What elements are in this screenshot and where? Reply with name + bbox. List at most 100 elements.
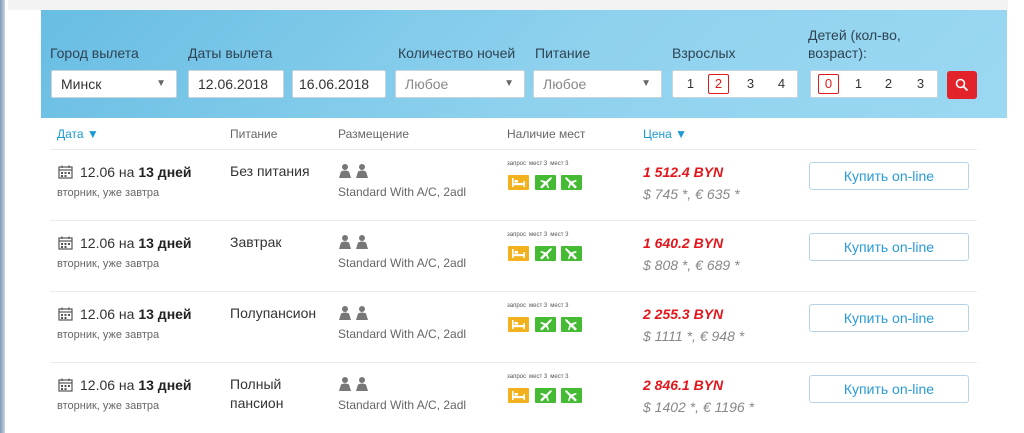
meal-select-value: Любое [543, 76, 587, 92]
flight-back-availability-label: мест 3 [550, 374, 569, 380]
meal-type-line1: Полупансион [230, 305, 317, 321]
date-to-input[interactable]: 16.06.2018 [292, 70, 386, 98]
two-adults-icon [339, 306, 368, 320]
price-byn: 2 846.1 BYN [643, 377, 724, 393]
departure-date: 12.06 на 13 дней [80, 235, 192, 251]
search-panel: Город вылета Даты вылета Количество ноче… [41, 10, 1007, 118]
trip-duration: 13 дней [138, 164, 192, 180]
result-row: 12.06 на 13 дней вторник, уже завтра Без… [0, 150, 1024, 220]
two-adults-icon [339, 377, 368, 391]
children-option-2[interactable]: 2 [878, 74, 899, 94]
hotel-availability-badge [508, 246, 529, 261]
buy-online-button[interactable]: Купить on-line [809, 233, 969, 261]
room-type: Standard With A/C, 2adl [338, 327, 467, 341]
adults-option-2[interactable]: 2 [708, 74, 729, 94]
nights-select[interactable]: Любое ▼ [395, 70, 525, 98]
search-icon [955, 78, 969, 92]
city-select-value: Минск [61, 76, 102, 92]
flight-out-availability-badge [535, 388, 556, 403]
availability-labels: запрос мест 3 мест 3 [507, 303, 571, 309]
departure-date: 12.06 на 13 дней [80, 377, 192, 393]
price-byn: 2 255.3 BYN [643, 306, 724, 322]
calendar-icon [58, 378, 73, 392]
airplane-icon [540, 177, 552, 189]
dates-label: Даты вылета [188, 45, 273, 61]
departure-date-prefix: 12.06 на [80, 377, 139, 393]
date-to-value: 16.06.2018 [299, 76, 370, 92]
flight-out-availability-badge [535, 175, 556, 190]
date-from-value: 12.06.2018 [198, 76, 269, 92]
hotel-availability-label: запрос [507, 161, 527, 167]
flight-back-availability-badge [561, 317, 582, 332]
availability-labels: запрос мест 3 мест 3 [507, 374, 571, 380]
buy-online-button[interactable]: Купить on-line [809, 304, 969, 332]
hotel-availability-badge [508, 175, 529, 190]
meal-type: Без питания [230, 162, 310, 181]
city-label: Город вылета [50, 45, 139, 61]
departure-date-prefix: 12.06 на [80, 235, 139, 251]
flight-back-availability-badge [561, 388, 582, 403]
children-label-line2: возраст): [808, 45, 867, 61]
meal-type: Полный пансион [230, 375, 283, 413]
meal-type-line2: пансион [230, 395, 284, 411]
room-type: Standard With A/C, 2adl [338, 256, 467, 270]
flight-out-availability-label: мест 3 [529, 232, 548, 238]
availability-header: Наличие мест [507, 127, 586, 141]
search-button[interactable] [947, 71, 977, 99]
airplane-icon [540, 248, 552, 260]
meal-select[interactable]: Любое ▼ [533, 70, 662, 98]
adults-option-4[interactable]: 4 [771, 74, 792, 94]
flight-out-availability-badge [535, 246, 556, 261]
availability-labels: запрос мест 3 мест 3 [507, 232, 571, 238]
adults-counter: 1 2 3 4 [672, 70, 798, 98]
chevron-down-icon: ▼ [156, 78, 166, 89]
sort-by-date-header[interactable]: Дата ▼ [57, 127, 99, 141]
airplane-icon [565, 248, 577, 260]
children-option-1[interactable]: 1 [848, 74, 869, 94]
two-adults-icon [339, 164, 368, 178]
calendar-icon [58, 307, 73, 321]
trip-duration: 13 дней [138, 377, 192, 393]
calendar-icon [58, 165, 73, 179]
departure-weekday: вторник, уже завтра [57, 258, 160, 270]
nights-label: Количество ночей [398, 45, 516, 61]
two-adults-icon [339, 235, 368, 249]
meal-type-line1: Завтрак [230, 234, 282, 250]
hotel-availability-badge [508, 388, 529, 403]
flight-back-availability-badge [561, 175, 582, 190]
city-select[interactable]: Минск ▼ [51, 70, 177, 98]
calendar-icon [58, 236, 73, 250]
airplane-icon [565, 319, 577, 331]
airplane-icon [565, 390, 577, 402]
price-usd-eur: $ 1111 *, € 948 * [643, 328, 745, 344]
meal-type-line1: Без питания [230, 163, 310, 179]
departure-date: 12.06 на 13 дней [80, 164, 192, 180]
departure-weekday: вторник, уже завтра [57, 329, 160, 341]
hotel-availability-label: запрос [507, 303, 527, 309]
bed-icon [512, 391, 525, 400]
adults-option-1[interactable]: 1 [680, 74, 701, 94]
flight-back-availability-badge [561, 246, 582, 261]
buy-online-button[interactable]: Купить on-line [809, 162, 969, 190]
result-row: 12.06 на 13 дней вторник, уже завтра Пол… [0, 292, 1024, 362]
availability-labels: запрос мест 3 мест 3 [507, 161, 571, 167]
meal-label: Питание [535, 45, 591, 61]
children-label-line1: Детей (кол-во, [808, 27, 901, 43]
price-byn: 1 640.2 BYN [643, 235, 724, 251]
trip-duration: 13 дней [138, 235, 192, 251]
departure-date: 12.06 на 13 дней [80, 306, 192, 322]
hotel-availability-badge [508, 317, 529, 332]
result-row: 12.06 на 13 дней вторник, уже завтра Пол… [0, 363, 1024, 433]
airplane-icon [565, 177, 577, 189]
children-option-0[interactable]: 0 [818, 74, 839, 94]
nights-select-value: Любое [405, 76, 449, 92]
buy-online-button[interactable]: Купить on-line [809, 375, 969, 403]
adults-option-3[interactable]: 3 [740, 74, 761, 94]
sort-by-price-header[interactable]: Цена ▼ [643, 127, 687, 141]
departure-date-prefix: 12.06 на [80, 306, 139, 322]
children-option-3[interactable]: 3 [910, 74, 931, 94]
date-from-input[interactable]: 12.06.2018 [188, 70, 284, 98]
room-header: Размещение [338, 127, 409, 141]
adults-label: Взрослых [672, 45, 736, 61]
flight-out-availability-badge [535, 317, 556, 332]
